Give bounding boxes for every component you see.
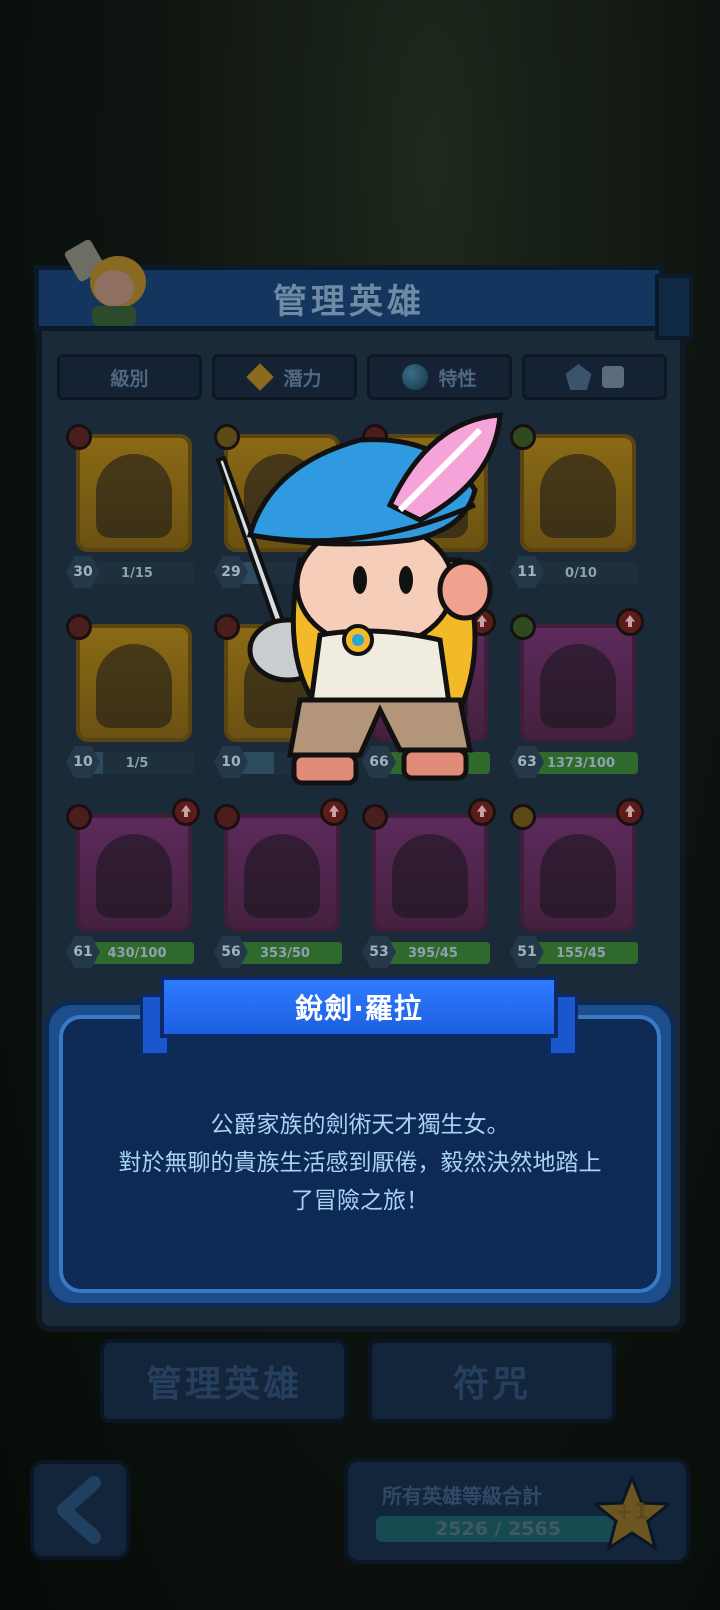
hero-portrait bbox=[96, 644, 172, 728]
hero-name-ribbon: 銳劍·羅拉 bbox=[160, 976, 558, 1038]
checkbox[interactable] bbox=[601, 366, 624, 388]
upgrade-arrow-icon bbox=[616, 608, 644, 636]
gem-icon bbox=[565, 364, 592, 390]
hero-card[interactable]: 1373/100 63 bbox=[510, 608, 644, 784]
diamond-icon bbox=[246, 363, 275, 391]
hero-card[interactable]: 1/5 10 bbox=[66, 614, 196, 784]
hero-card[interactable]: 395/45 53 bbox=[362, 798, 496, 974]
filter-level-button[interactable]: 級別 bbox=[57, 354, 202, 400]
hero-portrait bbox=[244, 834, 320, 918]
hero-avatar-icon bbox=[64, 239, 146, 326]
element-icon bbox=[66, 614, 92, 640]
filter-potential-button[interactable]: 潛力 bbox=[212, 354, 357, 400]
filter-potential-label: 潛力 bbox=[283, 367, 322, 390]
total-level-label: 所有英雄等級合計 bbox=[382, 1484, 542, 1508]
orb-icon bbox=[402, 364, 429, 390]
tab-runes[interactable]: 符咒 bbox=[368, 1339, 616, 1423]
element-icon bbox=[66, 804, 92, 830]
hero-card[interactable]: 1/15 30 bbox=[66, 424, 196, 594]
element-icon bbox=[510, 424, 536, 450]
hero-card[interactable]: 155/45 51 bbox=[510, 798, 644, 974]
filter-bar: 級別 潛力 特性 bbox=[57, 354, 667, 400]
tab-manage-heroes[interactable]: 管理英雄 bbox=[100, 1339, 348, 1423]
hero-portrait bbox=[96, 834, 172, 918]
filter-level-label: 級別 bbox=[110, 367, 149, 390]
filter-trait-button[interactable]: 特性 bbox=[367, 354, 512, 400]
hero-character-illustration bbox=[215, 412, 503, 786]
back-button[interactable] bbox=[30, 1460, 130, 1560]
upgrade-arrow-icon bbox=[320, 798, 348, 826]
hero-card[interactable]: 0/10 11 bbox=[510, 424, 640, 594]
hero-portrait bbox=[540, 454, 616, 538]
total-level-progress: 2526 / 2565 bbox=[376, 1516, 620, 1542]
hero-portrait bbox=[392, 834, 468, 918]
element-icon bbox=[510, 804, 536, 830]
element-icon bbox=[362, 804, 388, 830]
page-title: 管理英雄 bbox=[273, 281, 425, 322]
hero-description-line: 對於無聊的貴族生活感到厭倦，毅然決然地踏上 bbox=[118, 1150, 602, 1176]
tab-runes-label: 符咒 bbox=[452, 1364, 531, 1405]
star-bonus-label: +1 bbox=[615, 1500, 649, 1525]
hero-description-line: 了冒險之旅！ bbox=[291, 1188, 429, 1214]
hero-portrait bbox=[540, 644, 616, 728]
hero-description: 公爵家族的劍術天才獨生女。 對於無聊的貴族生活感到厭倦，毅然決然地踏上 了冒險之… bbox=[70, 1106, 650, 1220]
tab-manage-heroes-label: 管理英雄 bbox=[145, 1364, 302, 1405]
upgrade-arrow-icon bbox=[616, 798, 644, 826]
element-icon bbox=[510, 614, 536, 640]
hero-portrait bbox=[540, 834, 616, 918]
hero-portrait bbox=[96, 454, 172, 538]
element-icon bbox=[214, 804, 240, 830]
upgrade-arrow-icon bbox=[172, 798, 200, 826]
hero-card[interactable]: 353/50 56 bbox=[214, 798, 348, 974]
hero-card[interactable]: 430/100 61 bbox=[66, 798, 200, 974]
chevron-left-icon bbox=[57, 1476, 101, 1544]
element-icon bbox=[66, 424, 92, 450]
filter-gem-toggle[interactable] bbox=[522, 354, 667, 400]
hero-description-line: 公爵家族的劍術天才獨生女。 bbox=[210, 1112, 510, 1138]
filter-trait-label: 特性 bbox=[438, 367, 477, 390]
total-level-box: 所有英雄等級合計 2526 / 2565 +1 bbox=[344, 1458, 690, 1564]
upgrade-arrow-icon bbox=[468, 798, 496, 826]
hero-name: 銳劍·羅拉 bbox=[295, 992, 423, 1025]
total-level-value: 2526 / 2565 bbox=[435, 1518, 561, 1540]
